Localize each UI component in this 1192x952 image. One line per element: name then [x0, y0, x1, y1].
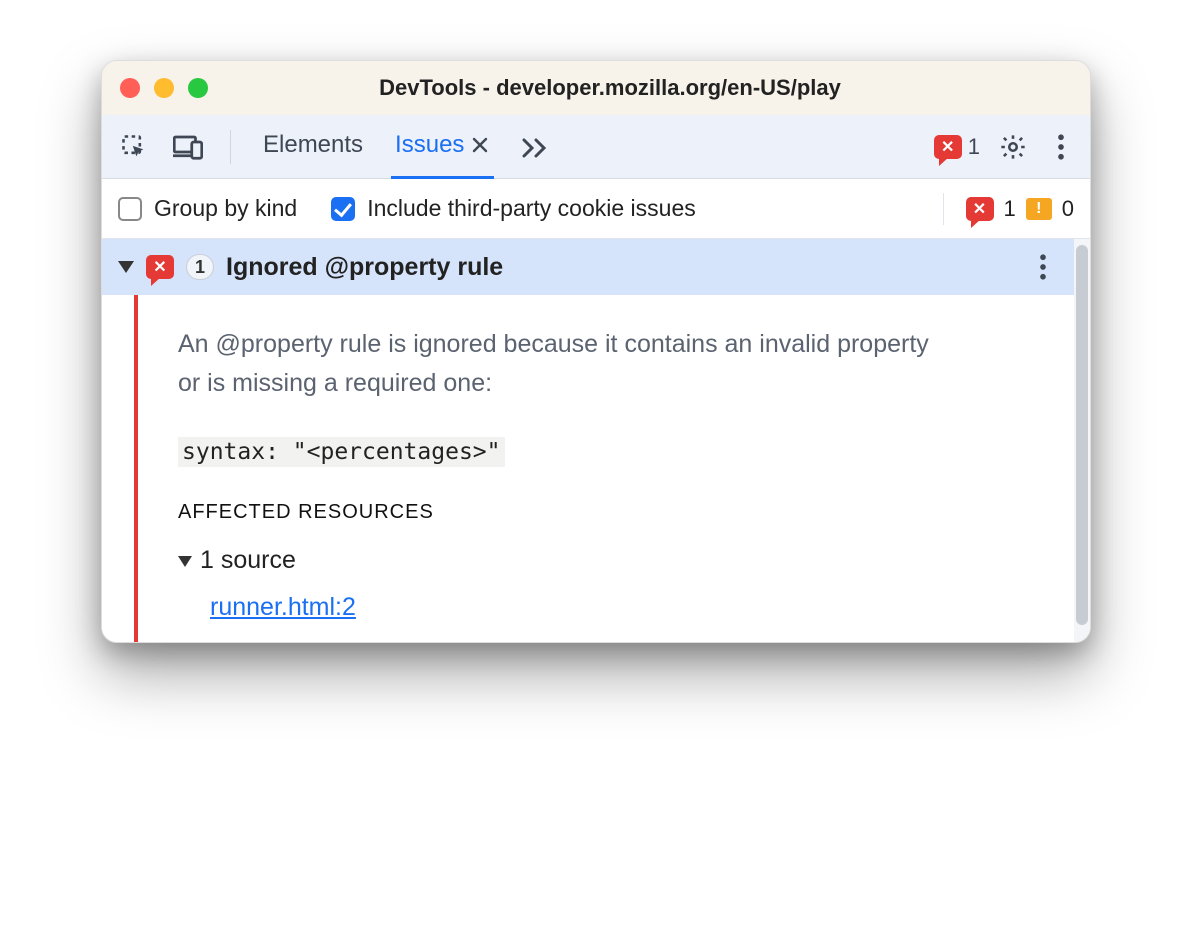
panel-tabs: Elements Issues	[259, 115, 554, 179]
issue-count-pill: 1	[186, 254, 214, 280]
more-tabs-icon[interactable]	[518, 129, 554, 165]
main-toolbar: Elements Issues ✕ 1	[102, 115, 1090, 179]
issue-code-snippet: syntax: "<percentages>"	[178, 437, 505, 467]
third-party-cookies-label: Include third-party cookie issues	[367, 195, 696, 222]
group-by-kind-label: Group by kind	[154, 195, 297, 222]
window-title: DevTools - developer.mozilla.org/en-US/p…	[148, 75, 1072, 101]
tab-issues[interactable]: Issues	[391, 115, 494, 179]
source-link[interactable]: runner.html:2	[210, 593, 1044, 622]
source-count: 1 source	[200, 546, 296, 575]
devtools-window: DevTools - developer.mozilla.org/en-US/p…	[101, 60, 1091, 643]
warning-icon: !	[1026, 198, 1052, 220]
close-tab-icon[interactable]	[470, 135, 490, 155]
expand-toggle-icon[interactable]	[118, 261, 134, 273]
tab-elements[interactable]: Elements	[259, 115, 367, 179]
issue-body: An @property rule is ignored because it …	[102, 295, 1074, 642]
inspect-element-icon[interactable]	[116, 129, 152, 165]
scrollbar[interactable]	[1074, 239, 1090, 642]
warning-count: 0	[1062, 196, 1074, 222]
tab-issues-label: Issues	[395, 131, 464, 159]
severity-indicator	[134, 295, 138, 642]
error-count: 1	[1004, 196, 1016, 222]
device-toolbar-icon[interactable]	[170, 129, 206, 165]
group-by-kind-checkbox[interactable]	[118, 197, 142, 221]
chevron-down-icon	[178, 556, 192, 567]
issue-title: Ignored @property rule	[226, 253, 503, 282]
more-menu-button[interactable]	[1046, 132, 1076, 162]
issues-count: 1	[968, 134, 980, 160]
third-party-cookies-checkbox[interactable]	[331, 197, 355, 221]
issue-description: An @property rule is ignored because it …	[178, 325, 938, 403]
title-bar: DevTools - developer.mozilla.org/en-US/p…	[102, 61, 1090, 115]
settings-button[interactable]	[998, 132, 1028, 162]
toolbar-separator	[230, 130, 231, 164]
affected-resources-label: AFFECTED RESOURCES	[178, 501, 1044, 524]
issue-menu-button[interactable]	[1028, 252, 1058, 282]
separator	[943, 193, 944, 225]
close-window-button[interactable]	[120, 78, 140, 98]
issue-header[interactable]: ✕ 1 Ignored @property rule	[102, 239, 1074, 295]
scrollbar-thumb[interactable]	[1076, 245, 1088, 625]
error-icon: ✕	[146, 255, 174, 279]
source-group-toggle[interactable]: 1 source	[178, 546, 1044, 575]
error-icon: ✕	[934, 135, 962, 159]
error-icon: ✕	[966, 197, 994, 221]
issues-filter-bar: Group by kind Include third-party cookie…	[102, 179, 1090, 239]
issues-count-button[interactable]: ✕ 1	[934, 134, 980, 160]
